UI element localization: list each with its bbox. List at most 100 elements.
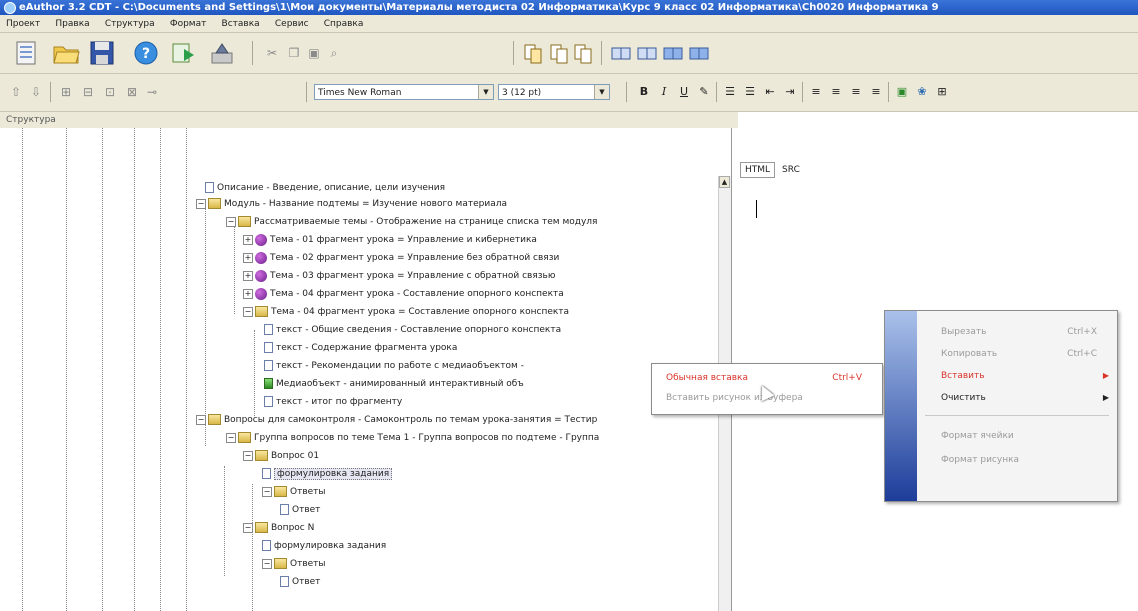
insert-page-after-icon[interactable]: [548, 39, 570, 67]
cut-icon[interactable]: ✂: [264, 45, 280, 61]
open-folder-icon[interactable]: [52, 39, 80, 67]
menu-item-clear[interactable]: Очистить ▶: [917, 387, 1117, 409]
tab-src[interactable]: SRC: [777, 162, 805, 178]
folder-icon: [255, 522, 268, 533]
align-justify-icon[interactable]: ≡: [868, 84, 884, 100]
menu-item-paste[interactable]: Вставить ▶: [917, 365, 1117, 387]
tree-node[interactable]: − Тема - 04 фрагмент урока = Составление …: [243, 305, 569, 319]
arrow-up-icon[interactable]: ⇧: [8, 84, 24, 100]
chevron-down-icon[interactable]: ▼: [594, 85, 609, 99]
menu-service[interactable]: Сервис: [269, 16, 315, 33]
font-name-select[interactable]: Times New Roman ▼: [314, 84, 494, 100]
underline-button[interactable]: U: [676, 84, 692, 100]
move-right-icon[interactable]: [688, 39, 710, 67]
scroll-up-arrow[interactable]: ▲: [719, 176, 730, 188]
italic-button[interactable]: I: [656, 84, 672, 100]
menu-item-image-format[interactable]: Формат рисунка: [917, 449, 1117, 471]
tree-node[interactable]: − Модуль - Название подтемы = Изучение но…: [196, 197, 507, 211]
tree-node[interactable]: Ответ: [280, 575, 320, 589]
indent-icon[interactable]: ⊞: [58, 84, 74, 100]
save-icon[interactable]: [88, 39, 116, 67]
insert-link-icon[interactable]: ❀: [914, 84, 930, 100]
tree-node[interactable]: текст - Общие сведения - Составление опо…: [264, 323, 561, 337]
find-icon[interactable]: ⌕: [326, 45, 342, 61]
menu-project[interactable]: Проект: [0, 16, 46, 33]
tree-node[interactable]: − Вопрос 01: [243, 449, 319, 463]
menu-help[interactable]: Справка: [318, 16, 370, 33]
align-left-icon[interactable]: ≡: [808, 84, 824, 100]
collapse-icon[interactable]: −: [196, 414, 206, 425]
tree-node[interactable]: Ответ: [280, 503, 320, 517]
expand-icon[interactable]: +: [243, 288, 253, 299]
insert-table-icon[interactable]: ⊞: [934, 84, 950, 100]
document-icon: [262, 468, 271, 479]
group-icon[interactable]: ⊡: [102, 84, 118, 100]
folder-icon: [208, 198, 221, 209]
insert-page-before-icon[interactable]: [522, 39, 544, 67]
tree-node[interactable]: − Рассматриваемые темы - Отображение на с…: [226, 215, 597, 229]
split-icon[interactable]: ⊠: [124, 84, 140, 100]
collapse-icon[interactable]: −: [243, 522, 253, 533]
tree-node[interactable]: − Группа вопросов по теме Тема 1 - Группа…: [226, 431, 599, 445]
font-size-select[interactable]: 3 (12 pt) ▼: [498, 84, 610, 100]
new-project-icon[interactable]: [12, 39, 40, 67]
chevron-down-icon[interactable]: ▼: [478, 85, 493, 99]
align-center-icon[interactable]: ≡: [828, 84, 844, 100]
expand-icon[interactable]: +: [243, 252, 253, 263]
menu-item-copy[interactable]: Копировать Ctrl+C: [917, 343, 1117, 365]
decrease-indent-icon[interactable]: ⇤: [762, 84, 778, 100]
menu-item-cut[interactable]: Вырезать Ctrl+X: [917, 321, 1117, 343]
tree-node[interactable]: Медиаобъект - анимированный интерактивны…: [264, 377, 524, 391]
menu-insert[interactable]: Вставка: [216, 16, 266, 33]
text-color-icon[interactable]: ✎: [696, 84, 712, 100]
tree-node[interactable]: + Тема - 04 фрагмент урока - Составление …: [243, 287, 564, 301]
outdent-icon[interactable]: ⊟: [80, 84, 96, 100]
tab-html[interactable]: HTML: [740, 162, 776, 178]
move-down-icon[interactable]: [636, 39, 658, 67]
collapse-icon[interactable]: −: [226, 432, 236, 443]
tools-icon[interactable]: [208, 39, 236, 67]
tree-node[interactable]: + Тема - 01 фрагмент урока = Управление и…: [243, 233, 537, 247]
expand-icon[interactable]: +: [243, 270, 253, 281]
tree-node[interactable]: + Тема - 02 фрагмент урока = Управление б…: [243, 251, 559, 265]
move-up-icon[interactable]: [610, 39, 632, 67]
chevron-right-icon: ▶: [1102, 371, 1109, 380]
collapse-icon[interactable]: −: [262, 558, 272, 569]
menu-structure[interactable]: Структура: [99, 16, 161, 33]
tree-node[interactable]: Описание - Введение, описание, цели изуч…: [205, 181, 445, 195]
arrow-down-icon[interactable]: ⇩: [28, 84, 44, 100]
insert-image-icon[interactable]: ▣: [894, 84, 910, 100]
insert-child-page-icon[interactable]: [572, 39, 594, 67]
tree-node-selected[interactable]: формулировка задания: [262, 467, 393, 481]
help-icon[interactable]: ?: [132, 39, 160, 67]
move-left-icon[interactable]: [662, 39, 684, 67]
bullet-list-icon[interactable]: ☰: [742, 84, 758, 100]
publish-icon[interactable]: [170, 39, 198, 67]
tree-node[interactable]: текст - Рекомендации по работе с медиаоб…: [264, 359, 524, 373]
tree-node[interactable]: текст - итог по фрагменту: [264, 395, 402, 409]
tree-node[interactable]: − Вопрос N: [243, 521, 314, 535]
link-icon[interactable]: ⊸: [144, 84, 160, 100]
paste-icon[interactable]: ▣: [306, 45, 322, 61]
increase-indent-icon[interactable]: ⇥: [782, 84, 798, 100]
align-right-icon[interactable]: ≡: [848, 84, 864, 100]
copy-icon[interactable]: ❐: [286, 45, 302, 61]
tree-node[interactable]: − Вопросы для самоконтроля - Самоконтроль…: [196, 413, 597, 427]
menu-edit[interactable]: Правка: [49, 16, 95, 33]
tree-node[interactable]: текст - Содержание фрагмента урока: [264, 341, 457, 355]
collapse-icon[interactable]: −: [243, 306, 253, 317]
collapse-icon[interactable]: −: [243, 450, 253, 461]
menu-format[interactable]: Формат: [164, 16, 213, 33]
tree-node[interactable]: − Ответы: [262, 557, 326, 571]
tree-node[interactable]: + Тема - 03 фрагмент урока = Управление с…: [243, 269, 555, 283]
expand-icon[interactable]: +: [243, 234, 253, 245]
collapse-icon[interactable]: −: [262, 486, 272, 497]
collapse-icon[interactable]: −: [196, 198, 206, 209]
tree-node[interactable]: − Ответы: [262, 485, 326, 499]
collapse-icon[interactable]: −: [226, 216, 236, 227]
title-bar: eAuthor 3.2 CDT - C:\Documents and Setti…: [0, 0, 1138, 15]
menu-item-cell-format[interactable]: Формат ячейки: [917, 425, 1117, 447]
numbered-list-icon[interactable]: ☰: [722, 84, 738, 100]
bold-button[interactable]: B: [636, 84, 652, 100]
tree-node[interactable]: формулировка задания: [262, 539, 386, 553]
